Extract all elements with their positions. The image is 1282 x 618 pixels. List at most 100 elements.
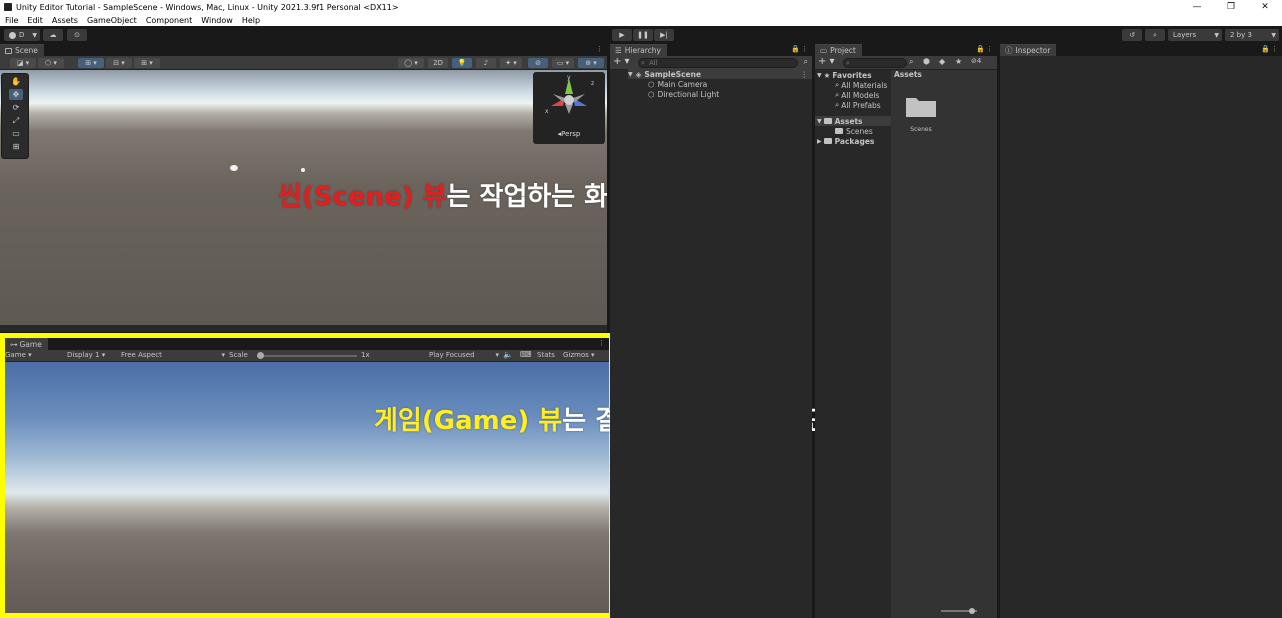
grid-button[interactable]: ⊞ ▾ (134, 58, 160, 68)
list-item[interactable]: ⬡ Directional Light (648, 89, 719, 99)
scale-slider[interactable] (257, 352, 357, 359)
lock-icon[interactable]: 🔒 (1261, 45, 1270, 53)
rect-tool-icon[interactable]: ▭ (9, 128, 23, 139)
pivot-button[interactable]: ⊞ ▾ (78, 58, 104, 68)
tab-game[interactable]: ⊶ Game (5, 338, 48, 350)
search-icon: ⌕ (835, 90, 840, 99)
chevron-down-icon: ▼ (32, 31, 37, 39)
draw-mode-button[interactable]: ◪ ▾ (10, 58, 36, 68)
maximize-button[interactable]: ❐ (1214, 0, 1248, 14)
play-mode-dropdown[interactable]: Play Focused ▾ (429, 351, 499, 359)
hierarchy-tab-label: Hierarchy (624, 46, 661, 55)
packages-root-item[interactable]: ▶ Packages (817, 136, 874, 146)
favorite-star-icon[interactable]: ★ (955, 57, 962, 66)
add-button[interactable]: + ▾ (818, 56, 835, 67)
menu-help[interactable]: Help (242, 16, 260, 25)
item-label: All Materials (841, 80, 888, 90)
menu-gameobject[interactable]: GameObject (87, 16, 137, 25)
scene-viewport[interactable]: ✋ ✥ ⟳ ⤢ ▭ ⊞ y x z ◂Persp 씬(Scene) 뷰는 작업하… (0, 70, 607, 325)
scale-tool-icon[interactable]: ⤢ (9, 115, 23, 126)
cloud-button[interactable]: ☁ (43, 29, 63, 41)
tab-scene[interactable]: Scene (0, 44, 44, 56)
lock-icon[interactable]: 🔒 (976, 45, 985, 53)
list-item[interactable]: Scenes (835, 126, 873, 136)
hierarchy-search-input[interactable]: ⌕ All (638, 58, 798, 68)
layout-dropdown[interactable]: 2 by 3 ▼ (1225, 29, 1279, 41)
kebab-menu-icon[interactable]: ⋮ (598, 339, 605, 347)
snap-button[interactable]: ⊟ ▾ (106, 58, 132, 68)
main-toolbar: D ▼ ☁ ⊙ ▶ ❚❚ ▶| ↺ ⌕ Layers ▼ 2 by 3 ▼ (0, 26, 1282, 44)
game-toolbar: Game ▾ Display 1 ▾ Free Aspect ▾ Scale 1x… (5, 350, 609, 362)
aspect-dropdown[interactable]: Free Aspect ▾ (121, 351, 225, 359)
minimize-button[interactable]: — (1180, 0, 1214, 14)
rotate-tool-icon[interactable]: ⟳ (9, 102, 23, 113)
list-item[interactable]: ⌕ All Materials (835, 80, 891, 90)
history-button[interactable]: ↺ (1122, 29, 1142, 41)
scene-root-item[interactable]: ▼ ◈ SampleScene ⋮ (628, 69, 812, 79)
icon-size-slider[interactable] (941, 608, 977, 614)
gameobject-cube-icon: ⬡ (648, 89, 655, 99)
collab-button[interactable]: ⊙ (67, 29, 87, 41)
menu-window[interactable]: Window (201, 16, 233, 25)
list-item[interactable]: ⌕ All Prefabs (835, 100, 881, 110)
search-options-icon[interactable]: ⌕ (804, 57, 808, 67)
projection-label[interactable]: ◂Persp (533, 130, 605, 138)
shading-button[interactable]: ◯ ▾ (398, 58, 424, 68)
speaker-icon[interactable]: 🔈 (503, 350, 513, 359)
game-mode-dropdown[interactable]: Game ▾ (5, 351, 32, 359)
display-dropdown[interactable]: Display 1 ▾ (67, 351, 105, 359)
tab-project[interactable]: ▭ Project (815, 44, 862, 56)
breadcrumb[interactable]: Assets (894, 70, 922, 79)
assets-root-item[interactable]: ▼ Assets (815, 116, 891, 126)
kebab-menu-icon[interactable]: ⋮ (596, 45, 603, 53)
hand-tool-icon[interactable]: ✋ (9, 76, 23, 87)
account-dropdown[interactable]: D ▼ (4, 29, 40, 41)
gizmos-button[interactable]: ⊕ ▾ (578, 58, 604, 68)
tab-hierarchy[interactable]: ☰ Hierarchy (610, 44, 667, 56)
filter-type-icon[interactable]: ⬢ (923, 57, 930, 66)
play-button[interactable]: ▶ (612, 29, 632, 41)
effects-toggle[interactable]: ✦ ▾ (500, 58, 522, 68)
pause-button[interactable]: ❚❚ (633, 29, 653, 41)
search-button[interactable]: ⌕ (1145, 29, 1165, 41)
keyboard-icon[interactable]: ⌨ (520, 350, 532, 359)
kebab-menu-icon[interactable]: ⋮ (801, 70, 809, 79)
favorites-header[interactable]: ▼ ★ Favorites (817, 70, 872, 80)
lighting-toggle[interactable]: 💡 (452, 58, 472, 68)
kebab-menu-icon[interactable]: ⋮ (1271, 45, 1278, 53)
camera-button[interactable]: ▭ ▾ (552, 58, 574, 68)
transform-tool-icon[interactable]: ⊞ (9, 141, 23, 152)
menu-component[interactable]: Component (146, 16, 192, 25)
add-button[interactable]: + ▾ (613, 56, 630, 67)
kebab-menu-icon[interactable]: ⋮ (986, 45, 993, 53)
scale-slider-handle[interactable] (257, 352, 264, 359)
step-button[interactable]: ▶| (654, 29, 674, 41)
hidden-packages-toggle[interactable]: ⊘4 (971, 57, 981, 65)
close-button[interactable]: ✕ (1248, 0, 1282, 14)
move-tool-icon[interactable]: ✥ (9, 89, 23, 100)
label-icon[interactable]: ◆ (939, 57, 945, 66)
lock-icon[interactable]: 🔒 (791, 45, 800, 53)
toggle-2d-button[interactable]: 2D (428, 58, 448, 68)
kebab-menu-icon[interactable]: ⋮ (801, 45, 808, 53)
search-type-icon[interactable]: ⌕ (909, 57, 913, 67)
gizmos-dropdown[interactable]: Gizmos ▾ (563, 351, 595, 359)
audio-toggle[interactable]: ♪ (476, 58, 496, 68)
tab-inspector[interactable]: ⓘ Inspector (1000, 44, 1057, 56)
chevron-down-icon: ▼ (1271, 31, 1276, 39)
menu-assets[interactable]: Assets (52, 16, 78, 25)
render-mode-button[interactable]: ⬡ ▾ (38, 58, 64, 68)
folder-tile[interactable]: Scenes (905, 94, 937, 133)
orientation-gizmo[interactable]: y x z ◂Persp (533, 72, 605, 144)
project-search-input[interactable]: ⌕ (843, 58, 907, 68)
icon-size-slider-handle[interactable] (969, 608, 975, 614)
menu-file[interactable]: File (5, 16, 18, 25)
list-item[interactable]: ⬡ Main Camera (648, 79, 707, 89)
stats-button[interactable]: Stats (537, 351, 555, 359)
window-controls: — ❐ ✕ (1180, 0, 1282, 14)
visibility-toggle[interactable]: ⊘ (528, 58, 548, 68)
info-icon: ⓘ (1005, 46, 1013, 55)
layers-dropdown[interactable]: Layers ▼ (1168, 29, 1222, 41)
list-item[interactable]: ⌕ All Models (835, 90, 879, 100)
menu-edit[interactable]: Edit (27, 16, 43, 25)
